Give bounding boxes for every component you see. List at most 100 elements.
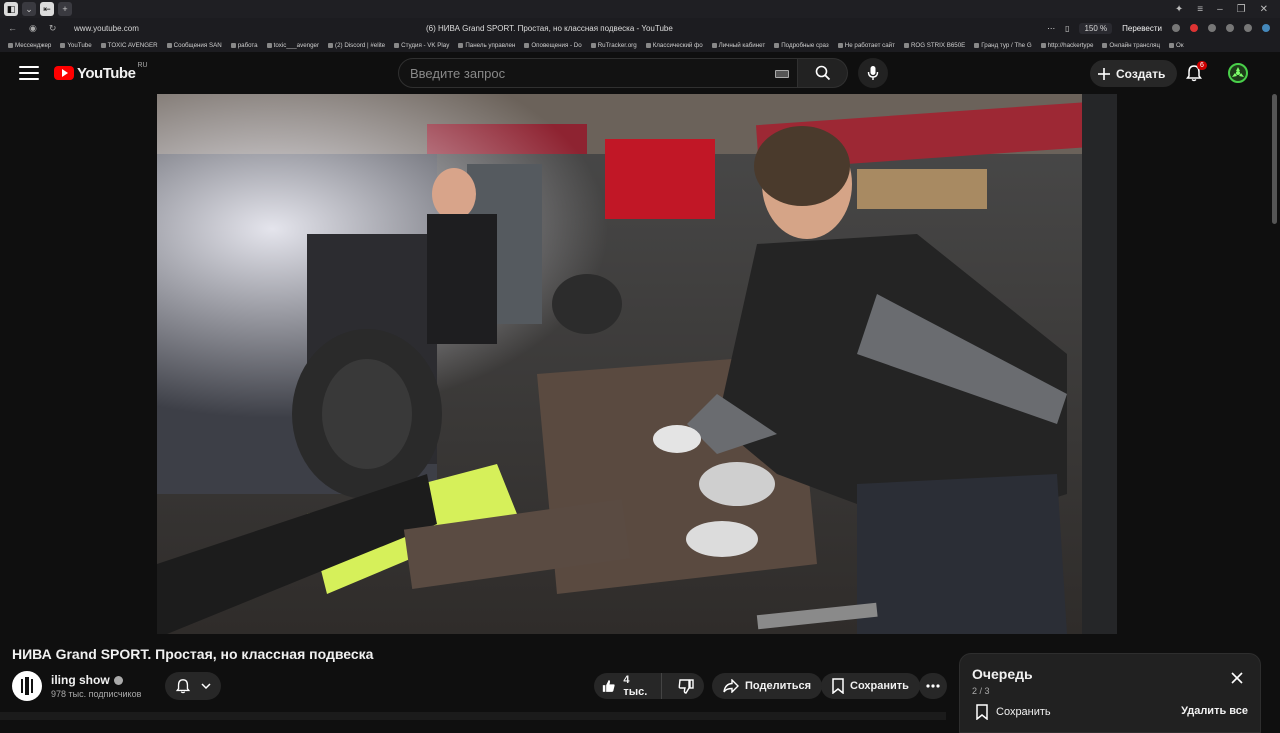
bookmark-item[interactable]: http://hackertype <box>1040 41 1094 49</box>
bookmark-label: TOXIC AVENGER <box>107 41 158 49</box>
restore-icon[interactable]: ❐ <box>1237 4 1246 15</box>
video-player[interactable] <box>157 94 1117 634</box>
bookmark-favicon-icon <box>458 42 464 48</box>
tab-dropdown-icon[interactable]: ⌄ <box>22 2 36 16</box>
bookmark-item[interactable]: Классический фо <box>645 41 703 49</box>
bookmark-item[interactable]: RuTracker.org <box>590 41 637 49</box>
like-count: 4 тыс. <box>623 674 648 698</box>
queue-save-label: Сохранить <box>996 706 1051 718</box>
keyboard-icon[interactable] <box>775 70 789 78</box>
bookmark-icon[interactable]: ▯ <box>1065 24 1069 33</box>
bookmark-item[interactable]: Оповещения - Do <box>524 41 582 49</box>
zoom-level[interactable]: 150 % <box>1079 22 1113 34</box>
bookmark-item[interactable]: YouTube <box>60 42 92 49</box>
bookmark-item[interactable]: Гранд тур / The G <box>974 42 1032 49</box>
close-icon <box>1231 672 1243 684</box>
subscriber-count: 978 тыс. подписчиков <box>51 689 142 699</box>
new-tab-icon[interactable]: + <box>58 2 72 16</box>
bookmark-item[interactable]: Личный кабинет <box>711 41 766 49</box>
bookmark-item[interactable]: Подробные сраз <box>774 42 829 49</box>
microphone-icon <box>867 66 879 80</box>
tab-back-icon[interactable]: ⇤ <box>40 2 54 16</box>
channel-name[interactable]: iling show <box>51 673 110 687</box>
bookmark-label: Сообщения SAN <box>173 41 222 49</box>
page-scrollbar[interactable] <box>1272 94 1277 224</box>
region-code: RU <box>137 61 148 69</box>
share-button[interactable]: Поделиться <box>712 673 823 699</box>
bookmark-item[interactable]: Мессенджер <box>8 42 51 49</box>
queue-delete-all-button[interactable]: Удалить все <box>1181 705 1248 717</box>
bell-icon <box>175 679 191 694</box>
bookmark-item[interactable]: TOXIC AVENGER <box>100 41 158 49</box>
extension-icon[interactable] <box>1262 24 1270 32</box>
channel-avatar[interactable] <box>12 671 42 701</box>
bookmark-item[interactable]: ROG STRIX B650E <box>903 42 965 49</box>
more-dots-icon <box>926 684 940 688</box>
search-input[interactable] <box>399 65 739 81</box>
bookmark-favicon-icon <box>837 42 843 48</box>
bookmark-label: (2) Discord | #elite <box>335 41 386 49</box>
share-icon <box>723 679 739 693</box>
browser-tab-icon[interactable]: ◧ <box>4 2 18 16</box>
queue-panel: Очередь 2 / 3 Сохранить Удалить все <box>959 653 1261 733</box>
close-window-icon[interactable]: ✕ <box>1260 4 1268 15</box>
bookmark-label: Личный кабинет <box>718 41 766 49</box>
bookmark-label: http://hackertype <box>1047 41 1094 49</box>
more-dots-icon[interactable]: ⋯ <box>1047 24 1055 33</box>
youtube-logo[interactable]: YouTube RU <box>54 61 148 82</box>
reload-icon[interactable]: ↻ <box>49 23 57 34</box>
bookmark-item[interactable]: (2) Discord | #elite <box>328 42 385 49</box>
bookmark-label: Онлайн трансляц <box>1109 41 1161 49</box>
hazard-avatar-icon <box>1232 67 1244 77</box>
bookmark-item[interactable]: работа <box>230 42 258 49</box>
bookmark-label: Оповещения - Do <box>531 41 582 49</box>
bookmark-label: RuTracker.org <box>597 41 637 49</box>
dislike-button[interactable] <box>668 673 704 699</box>
bookmark-item[interactable]: toxic___avenger <box>266 42 319 49</box>
logo-text: YouTube <box>77 64 136 82</box>
notification-badge: 6 <box>1197 61 1207 70</box>
translate-button[interactable]: Перевести <box>1122 24 1162 33</box>
extension-icon[interactable] <box>1172 24 1180 32</box>
bookmark-item[interactable]: Онлайн трансляц <box>1102 42 1160 49</box>
pin-icon[interactable]: ✦ <box>1175 4 1183 15</box>
shield-icon[interactable]: ◉ <box>29 23 37 34</box>
hamburger-menu-icon[interactable] <box>19 66 39 80</box>
bookmark-label: Студия - VK Play <box>401 41 450 49</box>
url-field[interactable]: www.youtube.com <box>74 24 394 33</box>
queue-save-button[interactable]: Сохранить <box>976 704 1051 720</box>
back-icon[interactable]: ← <box>8 23 17 34</box>
bookmark-item[interactable]: Ок <box>1169 42 1184 49</box>
menu-icon[interactable]: ≡ <box>1197 4 1203 15</box>
verified-icon <box>113 675 123 685</box>
create-button[interactable]: Создать <box>1090 60 1178 87</box>
bookmark-label: Мессенджер <box>15 41 52 49</box>
bookmark-label: Классический фо <box>652 41 703 49</box>
bookmark-favicon-icon <box>100 42 106 48</box>
subscription-notifications-button[interactable] <box>165 672 221 700</box>
search-box <box>398 58 798 88</box>
bookmark-item[interactable]: Панель управлен <box>458 42 515 49</box>
more-actions-button[interactable] <box>919 673 947 699</box>
extension-icon[interactable] <box>1244 24 1252 32</box>
bookmark-item[interactable]: Студия - VK Play <box>394 42 449 49</box>
create-label: Создать <box>1116 66 1166 81</box>
extension-icon[interactable] <box>1226 24 1234 32</box>
bookmark-item[interactable]: Не работает сайт <box>837 42 895 49</box>
bookmark-item[interactable]: Сообщения SAN <box>166 41 222 49</box>
channel-logo-icon <box>21 677 33 695</box>
search-button[interactable] <box>798 58 848 88</box>
notifications-button[interactable]: 6 <box>1185 61 1207 84</box>
queue-position: 2 / 3 <box>972 686 990 696</box>
extension-icon[interactable] <box>1208 24 1216 32</box>
plus-icon <box>1098 67 1110 80</box>
user-avatar[interactable] <box>1228 63 1248 83</box>
save-button[interactable]: Сохранить <box>821 673 920 699</box>
minimize-icon[interactable]: – <box>1217 4 1223 15</box>
adblock-icon[interactable] <box>1190 24 1198 32</box>
queue-close-button[interactable] <box>1230 671 1246 687</box>
bookmark-favicon-icon <box>974 42 980 48</box>
bookmark-favicon-icon <box>524 42 530 48</box>
like-button[interactable]: 4 тыс. <box>594 673 662 699</box>
voice-search-button[interactable] <box>858 58 888 88</box>
